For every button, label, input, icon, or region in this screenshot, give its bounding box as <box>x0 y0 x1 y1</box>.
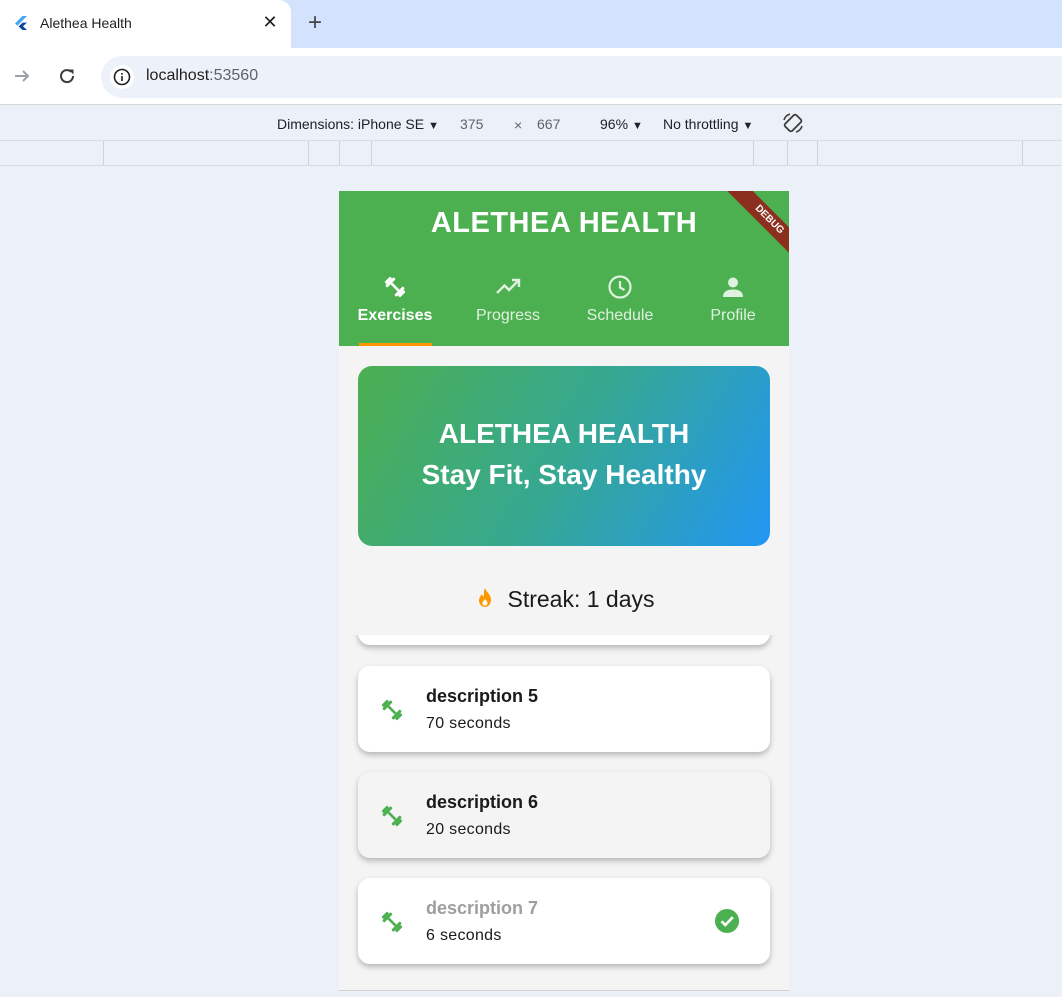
hero-tagline: Stay Fit, Stay Healthy <box>421 459 707 490</box>
ruler-tick <box>1022 141 1023 165</box>
new-tab-button[interactable]: + <box>303 11 327 35</box>
exercise-duration: 70 seconds <box>426 715 511 732</box>
rotate-icon[interactable] <box>781 111 805 138</box>
chevron-down-icon: ▼ <box>632 120 643 132</box>
tab-label: Progress <box>475 307 541 324</box>
dimensions-label: Dimensions: iPhone SE <box>277 116 425 132</box>
app-title: ALETHEA HEALTH <box>430 207 698 239</box>
device-viewport: ALETHEA HEALTH DEBUG Exercises Progress … <box>339 191 789 991</box>
chevron-down-icon: ▼ <box>742 120 754 132</box>
zoom-label: 96% <box>600 116 629 132</box>
browser-toolbar: localhost:53560 <box>0 48 1062 105</box>
ruler-tick <box>103 141 104 165</box>
device-toolbar: Dimensions: iPhone SE ▼ 375 × 667 96% ▼ No… <box>0 106 1062 141</box>
tab-label: Profile <box>710 307 756 324</box>
ruler-tick <box>787 141 788 165</box>
reload-icon[interactable] <box>56 65 78 87</box>
exercise-title: description 6 <box>426 792 539 812</box>
tab-profile[interactable]: Profile <box>677 273 789 346</box>
exercise-list[interactable]: description 5 70 seconds description 6 2… <box>339 635 789 990</box>
exercise-card[interactable]: description 7 6 seconds <box>358 878 770 964</box>
flame-icon <box>479 588 492 607</box>
exercise-card[interactable]: description 5 70 seconds <box>358 666 770 752</box>
ruler-tick <box>308 141 309 165</box>
exercise-title: description 5 <box>426 686 539 706</box>
site-info-icon[interactable] <box>110 65 134 89</box>
tab-label: Schedule <box>586 307 654 324</box>
dumbbell-icon <box>381 911 403 933</box>
width-input[interactable]: 375 <box>460 116 483 132</box>
url-host: localhost <box>146 67 210 84</box>
dumbbell-icon <box>384 276 406 298</box>
chevron-down-icon: ▼ <box>428 120 439 132</box>
dimensions-dropdown[interactable]: Dimensions: iPhone SE ▼ <box>277 116 439 132</box>
hero-banner: ALETHEA HEALTH Stay Fit, Stay Healthy <box>358 366 770 546</box>
hero-title: ALETHEA HEALTH <box>438 418 690 449</box>
dumbbell-icon <box>381 699 403 721</box>
streak-row: Streak: 1 days <box>339 586 789 613</box>
times-separator: × <box>514 117 523 133</box>
exercise-duration: 20 seconds <box>426 821 511 838</box>
browser-tab-strip: Alethea Health ✕ + <box>0 0 1062 48</box>
person-icon <box>723 277 743 297</box>
ruler-tick <box>753 141 754 165</box>
dumbbell-icon <box>381 805 403 827</box>
browser-tab[interactable]: Alethea Health ✕ <box>0 0 291 48</box>
media-query-ruler <box>0 141 1062 166</box>
ruler-tick <box>371 141 372 165</box>
ruler-tick <box>817 141 818 165</box>
tab-label: Exercises <box>357 307 433 324</box>
tab-bar: Exercises Progress Schedule Profile <box>339 273 789 346</box>
tab-title: Alethea Health <box>40 15 132 31</box>
throttling-label: No throttling <box>663 116 739 132</box>
forward-arrow-icon[interactable] <box>11 65 33 87</box>
exercise-title: description 7 <box>426 898 539 918</box>
throttling-dropdown[interactable]: No throttling ▼ <box>663 116 753 132</box>
tab-exercises[interactable]: Exercises <box>339 273 451 346</box>
height-input[interactable]: 667 <box>537 116 560 132</box>
app-bar: ALETHEA HEALTH DEBUG Exercises Progress … <box>339 191 789 346</box>
clock-icon <box>608 275 632 299</box>
tab-indicator <box>359 343 432 346</box>
exercise-card-partial[interactable] <box>358 635 770 645</box>
streak-text: Streak: 1 days <box>507 586 655 612</box>
exercise-card[interactable]: description 6 20 seconds <box>358 772 770 858</box>
exercise-duration: 6 seconds <box>426 927 502 944</box>
flutter-logo-icon <box>15 16 27 30</box>
ruler-tick <box>339 141 340 165</box>
trending-up-icon <box>496 278 521 294</box>
tab-schedule[interactable]: Schedule <box>564 273 676 346</box>
tab-progress[interactable]: Progress <box>452 273 564 346</box>
address-bar[interactable]: localhost:53560 <box>101 56 1062 98</box>
tab-close-icon[interactable]: ✕ <box>260 12 280 32</box>
check-circle-icon[interactable] <box>714 908 740 934</box>
url-port: :53560 <box>209 67 259 84</box>
zoom-dropdown[interactable]: 96% ▼ <box>600 116 643 132</box>
url-text[interactable]: localhost:53560 <box>146 67 258 85</box>
